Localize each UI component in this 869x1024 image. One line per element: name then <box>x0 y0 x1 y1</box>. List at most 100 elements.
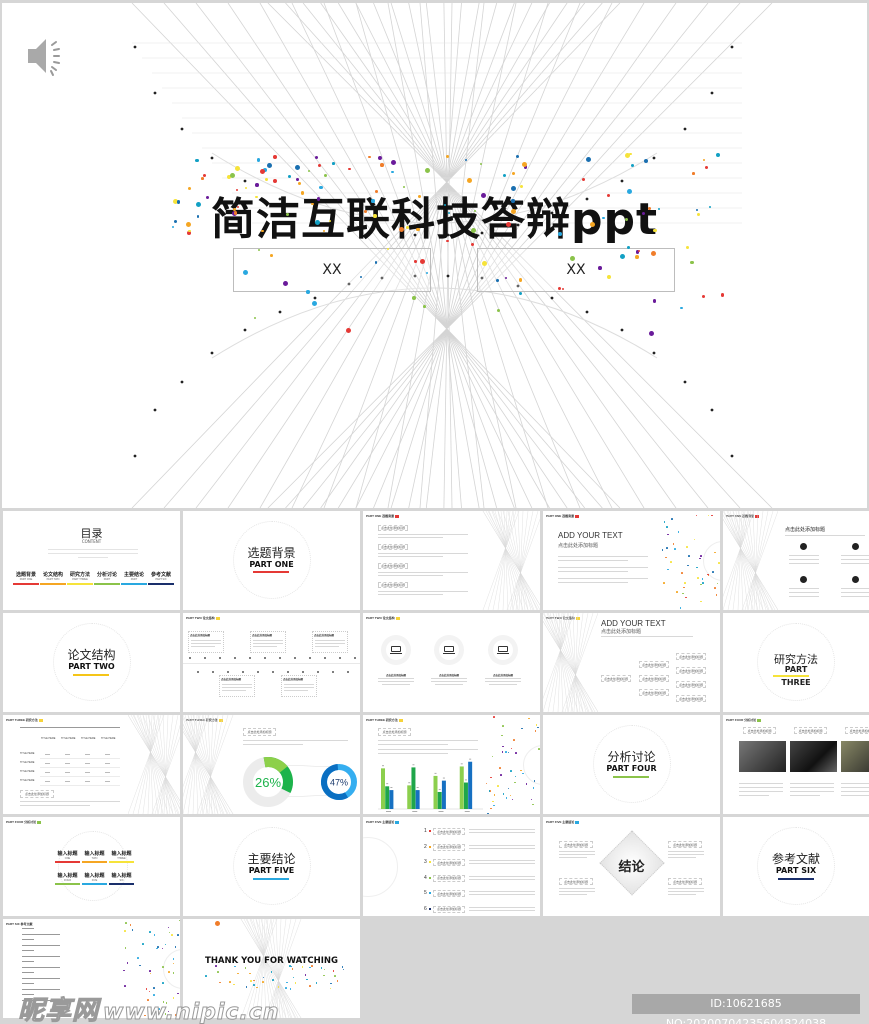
input-title-item[interactable]: 输入标题 THREE <box>109 850 134 863</box>
section-part: PART FIVE <box>248 866 295 875</box>
confetti-dot <box>681 572 683 574</box>
confetti-dot <box>602 216 605 220</box>
thumbnail-part-one[interactable]: 选题背景 PART ONE <box>183 511 360 610</box>
item-title-box[interactable]: 点击此处添加标题 <box>433 890 465 897</box>
item-title-box[interactable]: 点击此处添加标题 <box>433 905 465 913</box>
input-title-item[interactable]: 输入标题 ONE <box>55 850 80 863</box>
category-tick-label <box>464 811 470 812</box>
thumbnail-part-six[interactable]: 参考文献 PART SIX <box>723 817 869 916</box>
thumbnail-icon-grid[interactable]: PART ONE 选题背景 点击此处添加标题 <box>723 511 869 610</box>
item-title-box[interactable]: 点击此处添加标题 <box>433 828 465 835</box>
tree-node[interactable]: 点击此处添加标题 <box>676 653 706 660</box>
confetti-dot <box>164 943 167 946</box>
item-title-box[interactable]: 点击此处添加标题 <box>433 874 465 882</box>
confetti-dot <box>261 981 264 983</box>
table-cell <box>105 763 110 764</box>
confetti-dot <box>652 298 657 303</box>
thumbnail-conclusion[interactable]: PART FIVE 主要结论 结论 点击此处添加标题 点击此处添加标题 点击此处… <box>543 817 720 916</box>
item-title-box[interactable]: 点击此处添加标题 <box>433 843 465 851</box>
table-cell <box>65 781 70 782</box>
item-title-box[interactable]: 点击此处添加标题 <box>433 859 465 866</box>
confetti-dot <box>423 304 426 308</box>
timeline-card[interactable]: 点击此处添加标题 <box>219 675 255 697</box>
confetti-dot <box>667 568 669 571</box>
toc-item[interactable]: 分析讨论 PART <box>94 571 120 585</box>
confetti-dot <box>233 211 238 215</box>
confetti-dot <box>289 965 291 967</box>
thumbnail-add-text[interactable]: PART ONE 选题背景 ADD YOUR TEXT 点击此处添加标题 <box>543 511 720 610</box>
confetti-dot <box>688 555 690 557</box>
confetti-dot <box>168 931 171 934</box>
timeline-dot <box>219 657 221 659</box>
name-box-right[interactable]: XX <box>477 248 675 292</box>
confetti-dot <box>168 971 170 973</box>
confetti-dot <box>513 781 516 784</box>
bar <box>459 766 464 809</box>
input-title-item[interactable]: 输入标题 FOUR <box>55 872 80 885</box>
section-part: PART FOUR <box>606 764 657 773</box>
input-title-item[interactable]: 输入标题 TWO <box>82 850 107 863</box>
toc-item[interactable]: 主要结论 PART <box>121 571 147 585</box>
thumbnail-text-list[interactable]: PART ONE 选题背景 点击此处添加标题 点击此处添加标题 点击此处添加标题… <box>363 511 540 610</box>
bar-data-label <box>382 765 384 767</box>
tree-node[interactable]: 点击此处添加标题 <box>676 667 706 674</box>
placeholder-title-box[interactable]: 点击此处添加标题 <box>20 790 54 798</box>
thumbnail-bar-chart[interactable]: PART THREE 研究方法 点击此处添加标题 <box>363 715 540 814</box>
thumbnail-table[interactable]: PART THREE 研究方法 TITLE HERE TITLE HERE TITL… <box>3 715 180 814</box>
toc-item-part: PART SIX <box>155 578 167 581</box>
thumbnail-part-four[interactable]: 分析讨论 PART FOUR <box>543 715 720 814</box>
confetti-dot <box>306 290 310 294</box>
toc-item[interactable]: 选题背景 PART ONE <box>13 571 39 585</box>
photo <box>739 741 786 772</box>
thumbnail-part-three[interactable]: 研究方法 PART THREE <box>723 613 869 712</box>
thumbnail-timeline[interactable]: PART TWO 论文结构 点击此处添加标题 点击此处添加标题 点击此处添加标题… <box>183 613 360 712</box>
toc-item-bar <box>40 583 66 585</box>
thumbnail-device-icons[interactable]: PART TWO 论文结构 点击此处添加标题 点击此处添加标题 点击此处添加标题 <box>363 613 540 712</box>
confetti-dot <box>196 215 199 218</box>
thumbnail-input-titles[interactable]: PART FOUR 分析讨论 输入标题 ONE 输入标题 TWO 输入标题 TH… <box>3 817 180 916</box>
thumbnail-part-two[interactable]: 论文结构 PART TWO <box>3 613 180 712</box>
input-title-item[interactable]: 输入标题 FIVE <box>82 872 107 885</box>
confetti-dot <box>707 514 710 517</box>
tree-node[interactable]: 点击此处添加标题 <box>639 661 669 668</box>
bar-data-label <box>416 787 419 788</box>
thumbnail-toc[interactable]: 目录 CONTENT 选题背景 PART ONE 论文结构 PART TWO 研… <box>3 511 180 610</box>
section-underline <box>253 571 289 573</box>
input-title-item[interactable]: 输入标题 SIX <box>109 872 134 885</box>
tree-node[interactable]: 点击此处添加标题 <box>676 681 706 688</box>
name-box-left[interactable]: XX <box>233 248 431 292</box>
toc-item[interactable]: 论文结构 PART TWO <box>40 571 66 585</box>
thumbnail-part-five[interactable]: 主要结论 PART FIVE <box>183 817 360 916</box>
thumbnail-donut-charts[interactable]: PART THREE 研究方法 点击此处添加标题 26%47% <box>183 715 360 814</box>
confetti-dot <box>558 231 563 236</box>
thumbnail-numbered-list[interactable]: PART FIVE 主要结论 1 点击此处添加标题 2 点击此处添加标题 3 点… <box>363 817 540 916</box>
tree-node[interactable]: 点击此处添加标题 <box>676 695 706 702</box>
bar-data-label <box>412 764 415 766</box>
confetti-dot <box>619 253 625 259</box>
confetti-dot <box>607 274 611 279</box>
thumbnail-tree[interactable]: PART TWO 论文结构 ADD YOUR TEXT 点击此处添加标题 点击此… <box>543 613 720 712</box>
speaker-icon[interactable] <box>24 31 74 81</box>
confetti-dot <box>402 185 406 188</box>
confetti-dot <box>493 716 495 718</box>
tree-node[interactable]: 点击此处添加标题 <box>639 689 669 696</box>
toc-item[interactable]: 参考文献 PART SIX <box>148 571 174 585</box>
timeline-card[interactable]: 点击此处添加标题 <box>188 631 224 653</box>
confetti-dot <box>162 982 164 984</box>
tree-node[interactable]: 点击此处添加标题 <box>639 675 669 682</box>
conclusion-title: 结论 <box>618 860 645 875</box>
timeline-card[interactable]: 点击此处添加标题 <box>250 631 286 653</box>
timeline-card[interactable]: 点击此处添加标题 <box>281 675 317 697</box>
confetti-dot <box>237 972 239 975</box>
section-underline <box>773 675 809 677</box>
confetti-dot <box>374 260 378 264</box>
bar-data-label <box>442 777 445 779</box>
main-title-slide[interactable]: 简洁互联科技答辩ppt XX XX <box>2 3 867 508</box>
timeline-card[interactable]: 点击此处添加标题 <box>312 631 348 653</box>
card-title: 点击此处添加标题 <box>743 727 776 734</box>
tree-node[interactable]: 点击此处添加标题 <box>601 675 631 682</box>
toc-item-label: 论文结构 <box>42 572 63 578</box>
toc-item[interactable]: 研究方法 PART THREE <box>67 571 93 585</box>
thank-you-text: THANK YOU FOR WATCHING <box>205 956 338 966</box>
thumbnail-photos[interactable]: PART FOUR 分析讨论 点击此处添加标题 点击此处添加标题 点击此处添加标… <box>723 715 869 814</box>
